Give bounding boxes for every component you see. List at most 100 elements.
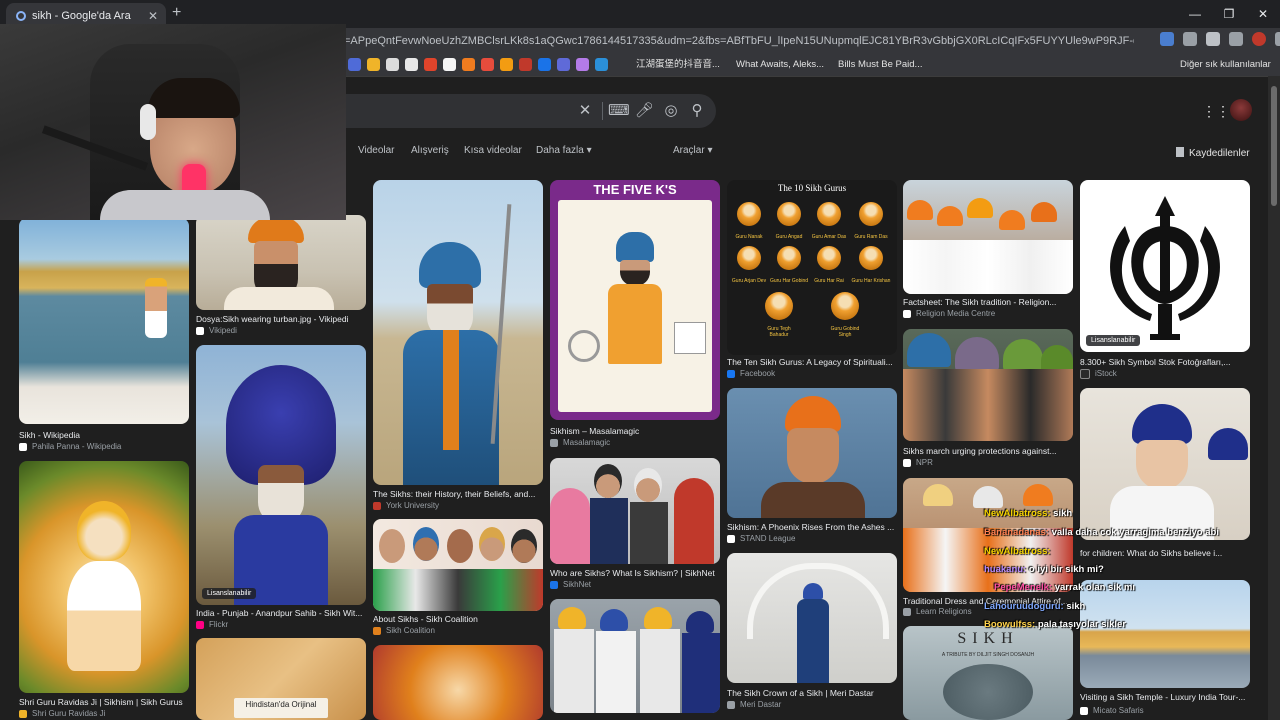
other-bookmarks[interactable]: Diğer sık kullanılanlar (1180, 58, 1271, 71)
result-caption[interactable]: Factsheet: The Sikh tradition - Religion… (903, 297, 1073, 308)
result-image[interactable] (550, 458, 720, 564)
tools-dropdown[interactable]: Araçlar ▾ (673, 145, 713, 156)
result-image[interactable] (727, 553, 897, 683)
result-image[interactable]: Lisanslanabilir (196, 345, 366, 605)
result-image[interactable]: Hindistan'da Orijinal (196, 638, 366, 720)
result-caption[interactable]: for children: What do Sikhs believe i... (1080, 548, 1250, 559)
minimize-button[interactable]: — (1178, 0, 1212, 28)
bookmark-icon[interactable] (367, 58, 380, 71)
result-source[interactable]: Meri Dastar (727, 700, 781, 710)
result-source[interactable]: Pahila Panna - Wikipedia (19, 442, 121, 452)
bookmark-douyin[interactable]: 江湖蛋堡的抖音音... (636, 58, 720, 71)
result-caption[interactable]: Sikhism – Masalamagic (550, 426, 720, 437)
result-caption[interactable]: Visiting a Sikh Temple - Luxury India To… (1080, 692, 1250, 703)
result-source[interactable]: Sikh Coalition (373, 626, 435, 636)
result-source[interactable]: Masalamagic (550, 438, 610, 448)
bookmark-icon[interactable] (500, 58, 513, 71)
result-image[interactable] (1080, 580, 1250, 688)
bookmark-icon[interactable] (348, 58, 361, 71)
result-source[interactable]: Micato Safaris (1080, 706, 1144, 716)
puzzle-icon[interactable] (1183, 32, 1197, 46)
result-source[interactable]: STAND League (727, 534, 795, 544)
collections-icon[interactable] (1229, 32, 1243, 46)
result-image[interactable]: SIKH A TRIBUTE BY DILJIT SINGH DOSANJH (903, 626, 1073, 720)
result-caption[interactable]: The Sikhs: their History, their Beliefs,… (373, 489, 543, 500)
bookmark-what-awaits[interactable]: What Awaits, Aleks... (736, 58, 824, 71)
result-image[interactable]: THE FIVE K'S (550, 180, 720, 420)
result-image[interactable] (19, 218, 189, 424)
extension-icon[interactable] (1160, 32, 1174, 46)
result-image[interactable] (1080, 388, 1250, 540)
bookmark-icon[interactable] (576, 58, 589, 71)
guru-portrait (859, 202, 883, 226)
wikipedia-icon (196, 327, 204, 335)
lens-icon[interactable]: ◎ (662, 102, 680, 120)
headphone (140, 104, 156, 140)
result-source[interactable]: Facebook (727, 369, 775, 379)
search-icon[interactable]: ⚲ (688, 102, 706, 120)
result-image[interactable] (19, 461, 189, 693)
result-image[interactable] (903, 180, 1073, 294)
result-caption[interactable]: About Sikhs - Sikh Coalition (373, 614, 543, 625)
result-caption[interactable]: India - Punjab - Anandpur Sahib - Sikh W… (196, 608, 366, 619)
bookmark-icon[interactable] (481, 58, 494, 71)
result-caption[interactable]: Who are Sikhs? What Is Sikhism? | SikhNe… (550, 568, 720, 579)
result-source[interactable]: SikhNet (550, 580, 591, 590)
source-label: Meri Dastar (740, 700, 782, 709)
filter-more[interactable]: Daha fazla ▾ (536, 145, 592, 156)
result-caption[interactable]: The Sikh Crown of a Sikh | Meri Dastar (727, 688, 897, 699)
url-field[interactable]: =APpeQntFevwNoeUzhZMBClsrLKk8s1aQGwc1786… (344, 32, 1134, 50)
result-image[interactable] (903, 329, 1073, 441)
result-source[interactable]: Flickr (196, 620, 228, 630)
close-window-button[interactable]: ✕ (1246, 0, 1280, 28)
bookmark-icon[interactable] (538, 58, 551, 71)
result-source[interactable]: NPR (903, 458, 933, 468)
new-tab-button[interactable]: + (172, 4, 181, 22)
result-caption[interactable]: Sikhism: A Phoenix Rises From the Ashes … (727, 522, 897, 533)
result-source[interactable]: Vikipedi (196, 326, 237, 336)
result-source[interactable]: Shri Guru Ravidas Ji (19, 709, 105, 719)
keyboard-icon[interactable]: ⌨ (608, 102, 630, 120)
bookmark-icon[interactable] (424, 58, 437, 71)
result-caption[interactable]: Shri Guru Ravidas Ji | Sikhism | Sikh Gu… (19, 697, 189, 708)
result-image[interactable] (196, 215, 366, 310)
result-image[interactable]: The 10 Sikh Gurus Guru Nanak Guru Angad … (727, 180, 897, 355)
filter-videos[interactable]: Videolar (358, 145, 395, 156)
bookmark-icon[interactable] (557, 58, 570, 71)
bookmark-icon[interactable] (386, 58, 399, 71)
maximize-button[interactable]: ❐ (1212, 0, 1246, 28)
bookmark-icon[interactable] (595, 58, 608, 71)
result-image[interactable] (727, 388, 897, 518)
filter-short-videos[interactable]: Kısa videolar (464, 145, 522, 156)
bookmark-icon[interactable] (519, 58, 532, 71)
result-caption[interactable]: Sikh - Wikipedia (19, 430, 189, 441)
bookmark-icon[interactable] (443, 58, 456, 71)
bookmark-bills[interactable]: Bills Must Be Paid... (838, 58, 922, 71)
search-input[interactable]: ✕ ⌨ 🎤︎ ◎ ⚲ (300, 94, 716, 128)
result-source[interactable]: iStock (1080, 369, 1117, 379)
result-caption[interactable]: The Ten Sikh Gurus: A Legacy of Spiritua… (727, 357, 897, 368)
profile-icon[interactable] (1252, 32, 1266, 46)
avatar[interactable] (1230, 99, 1252, 121)
tab-close-icon[interactable]: ✕ (148, 9, 158, 23)
result-source[interactable]: Learn Religions (903, 607, 972, 617)
result-source[interactable]: York University (373, 501, 439, 511)
microphone-icon[interactable]: 🎤︎ (635, 102, 654, 120)
bookmark-icon[interactable] (405, 58, 418, 71)
saved-button[interactable]: Kaydedilenler (1176, 147, 1250, 159)
result-image[interactable] (550, 599, 720, 713)
result-caption[interactable]: Sikhs march urging protections against..… (903, 446, 1073, 457)
clear-search-icon[interactable]: ✕ (576, 102, 594, 120)
bookmark-icon[interactable] (462, 58, 475, 71)
favorites-icon[interactable] (1206, 32, 1220, 46)
result-image[interactable] (373, 645, 543, 720)
result-source[interactable]: Religion Media Centre (903, 309, 995, 319)
filter-shopping[interactable]: Alışveriş (411, 145, 449, 156)
chat-user: Lahouruudoguru: (984, 601, 1064, 612)
scrollbar-thumb[interactable] (1271, 86, 1277, 206)
result-caption[interactable]: 8.300+ Sikh Symbol Stok Fotoğrafları,... (1080, 357, 1250, 368)
result-image[interactable] (373, 519, 543, 611)
menu-icon[interactable] (1275, 32, 1280, 46)
result-caption[interactable]: Dosya:Sikh wearing turban.jpg - Vikipedi (196, 314, 366, 325)
result-image[interactable] (373, 180, 543, 485)
